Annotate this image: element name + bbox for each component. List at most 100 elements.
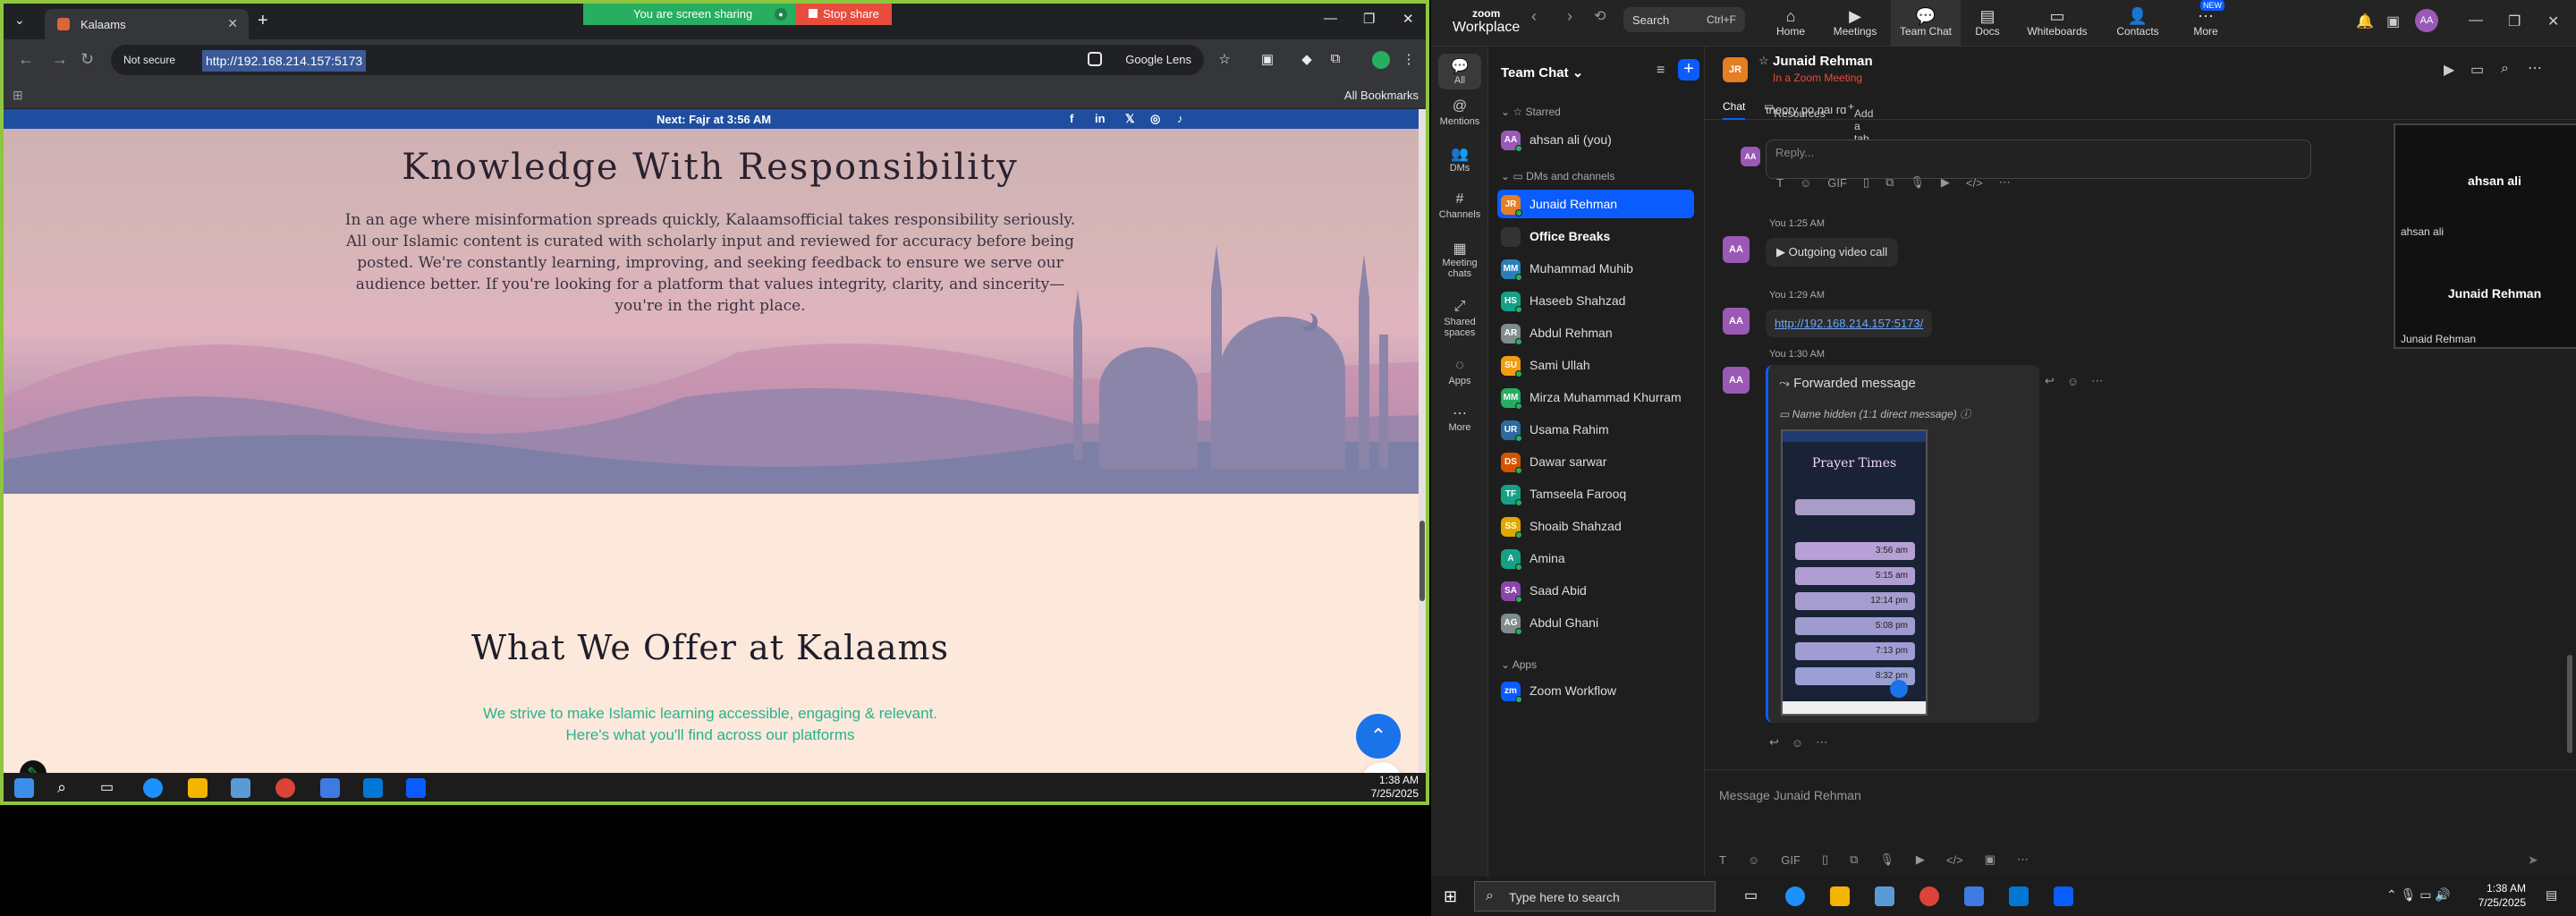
star-icon[interactable]: ☆: [1758, 54, 1769, 68]
taskbar-clock[interactable]: 1:38 AM 7/25/2025: [2479, 881, 2526, 910]
list-item[interactable]: Office Breaks: [1497, 222, 1694, 250]
chat-search-icon[interactable]: ⌕: [2501, 61, 2509, 77]
minimize-icon[interactable]: —: [1324, 11, 1337, 26]
video-call-icon[interactable]: ▶: [2444, 61, 2454, 79]
list-item[interactable]: HS Haseeb Shahzad: [1497, 286, 1694, 315]
gif-icon[interactable]: GIF: [1781, 853, 1801, 867]
zoom-search[interactable]: Search Ctrl+F: [1623, 7, 1745, 32]
apps-grid-icon[interactable]: ⊞: [13, 88, 23, 103]
windows-start-icon[interactable]: [14, 778, 34, 798]
list-item[interactable]: zm Zoom Workflow: [1497, 676, 1694, 705]
more-icon[interactable]: ⋯: [1999, 175, 2011, 190]
edge-icon[interactable]: [143, 778, 163, 798]
screenshot-icon[interactable]: ⧉: [1850, 852, 1858, 867]
url-text[interactable]: http://192.168.214.157:5173: [202, 50, 367, 72]
file-explorer-icon[interactable]: [188, 778, 208, 798]
apps-icon[interactable]: ▣: [1985, 852, 1996, 867]
screen-icon[interactable]: ▭: [2470, 61, 2484, 79]
tab-team-chat[interactable]: 💬 Team Chat: [1891, 0, 1961, 47]
side-shared-spaces[interactable]: ⤢ Shared spaces: [1431, 299, 1488, 338]
side-meeting-chats[interactable]: ▦ Meeting chats: [1431, 240, 1488, 279]
stop-share-button[interactable]: Stop share: [796, 4, 892, 25]
code-icon[interactable]: </>: [1966, 176, 1983, 190]
edge-icon[interactable]: [1785, 886, 1805, 906]
list-item[interactable]: A Amina: [1497, 544, 1694, 572]
list-item[interactable]: AR Abdul Rehman: [1497, 318, 1694, 347]
close-icon[interactable]: ✕: [2547, 13, 2559, 30]
reply-icon[interactable]: ↩: [2045, 374, 2055, 388]
file-icon[interactable]: ▯: [1863, 175, 1869, 190]
list-item[interactable]: SA Saad Abid: [1497, 576, 1694, 605]
emoji-icon[interactable]: ☺: [1748, 853, 1759, 867]
contact-avatar[interactable]: JR: [1723, 57, 1748, 82]
zoom-icon[interactable]: [406, 778, 426, 798]
store-icon[interactable]: [1875, 886, 1894, 906]
section-apps[interactable]: ⌄ Apps: [1501, 658, 1537, 671]
restore-icon[interactable]: ❐: [1363, 11, 1375, 27]
tray-icons[interactable]: ⌃ 🎙 ▭ 🔊: [2386, 887, 2451, 903]
store-icon[interactable]: [231, 778, 250, 798]
react-icon[interactable]: ☺: [2067, 375, 2079, 388]
new-chat-button[interactable]: +: [1678, 59, 1699, 81]
tab-chat[interactable]: Chat: [1723, 100, 1746, 120]
list-item[interactable]: JR Junaid Rehman: [1497, 190, 1694, 218]
restore-icon[interactable]: ❐: [2508, 13, 2521, 30]
whiteboard-shortcut-icon[interactable]: ▣: [2386, 13, 2400, 30]
side-dms[interactable]: 👥 DMs: [1431, 145, 1488, 174]
windows-start-icon[interactable]: ⊞: [1444, 886, 1463, 906]
team-chat-header[interactable]: Team Chat ⌄: [1501, 64, 1583, 81]
forward-icon[interactable]: →: [52, 50, 68, 69]
minimize-icon[interactable]: —: [2469, 13, 2483, 29]
x-icon[interactable]: 𝕏: [1125, 112, 1134, 126]
emoji-icon[interactable]: ☺: [1800, 176, 1811, 190]
video-clip-icon[interactable]: ▶: [1916, 852, 1925, 867]
taskbar-clock[interactable]: 1:38 AM 7/25/2025: [1371, 774, 1419, 801]
app-icon[interactable]: [320, 778, 340, 798]
more-icon[interactable]: ⋯: [2091, 374, 2103, 388]
list-item[interactable]: SU Sami Ullah: [1497, 351, 1694, 379]
list-item[interactable]: MM Mirza Muhammad Khurram: [1497, 383, 1694, 411]
app-icon[interactable]: [1964, 886, 1984, 906]
search-icon[interactable]: ⌕: [57, 778, 77, 798]
tab-meetings[interactable]: ▶ Meetings: [1821, 0, 1889, 47]
all-bookmarks-button[interactable]: All Bookmarks: [1344, 89, 1419, 102]
prayer-screenshot-image[interactable]: Prayer Times 3:56 am 5:15 am 12:14 pm 5:08 …: [1781, 429, 1928, 716]
notification-center-icon[interactable]: ▤: [2546, 887, 2557, 903]
list-item[interactable]: MM Muhammad Muhib: [1497, 254, 1694, 283]
menu-icon[interactable]: ⋮: [1401, 51, 1417, 67]
browser-tab[interactable]: Kalaams ✕: [45, 9, 249, 39]
pin-icon[interactable]: ●: [775, 8, 787, 21]
section-dms-channels[interactable]: ⌄ ▭ DMs and channels: [1501, 170, 1614, 182]
bookmark-star-icon[interactable]: ☆: [1216, 51, 1233, 67]
list-item[interactable]: AA ahsan ali (you): [1497, 125, 1694, 154]
linkedin-icon[interactable]: in: [1095, 112, 1106, 125]
reload-icon[interactable]: ↻: [80, 50, 94, 69]
screenshot-icon[interactable]: ⧉: [1885, 175, 1894, 190]
back-icon[interactable]: ‹: [1531, 7, 1537, 26]
side-channels[interactable]: # Channels: [1431, 191, 1488, 220]
format-icon[interactable]: T: [1719, 853, 1726, 867]
tab-search-icon[interactable]: ⌄: [14, 13, 25, 28]
vscode-icon[interactable]: [2009, 886, 2029, 906]
tab-more[interactable]: NEW ⋯ More: [2175, 0, 2236, 47]
tab-home[interactable]: ⌂ Home: [1762, 0, 1819, 47]
vscode-icon[interactable]: [363, 778, 383, 798]
gif-icon[interactable]: GIF: [1827, 176, 1847, 190]
reply-box[interactable]: Reply...: [1766, 140, 2311, 179]
extensions-puzzle-icon[interactable]: ⧉: [1327, 51, 1343, 67]
google-lens-button[interactable]: Google Lens: [1125, 53, 1191, 66]
extension-icon[interactable]: ▣: [1259, 51, 1275, 67]
video-clip-icon[interactable]: ▶: [1941, 175, 1950, 190]
zoom-icon[interactable]: [2054, 886, 2073, 906]
chat-scrollbar[interactable]: [2567, 655, 2572, 753]
task-view-icon[interactable]: ▭: [1744, 886, 1764, 906]
list-item[interactable]: TF Tamseela Farooq: [1497, 479, 1694, 508]
more-icon[interactable]: ⋯: [2017, 852, 2029, 867]
list-item[interactable]: UR Usama Rahim: [1497, 415, 1694, 444]
file-icon[interactable]: ▯: [1822, 852, 1828, 867]
scroll-top-mosque-icon[interactable]: ⌂: [1361, 762, 1402, 773]
tab-whiteboards[interactable]: ▭ Whiteboards: [2014, 0, 2100, 47]
contact-name[interactable]: Junaid Rehman: [1773, 54, 1873, 69]
forwarded-message[interactable]: ⤳ Forwarded message ▭ Name hidden (1:1 d…: [1766, 365, 2039, 723]
mic-icon[interactable]: 🎙: [1879, 852, 1894, 867]
